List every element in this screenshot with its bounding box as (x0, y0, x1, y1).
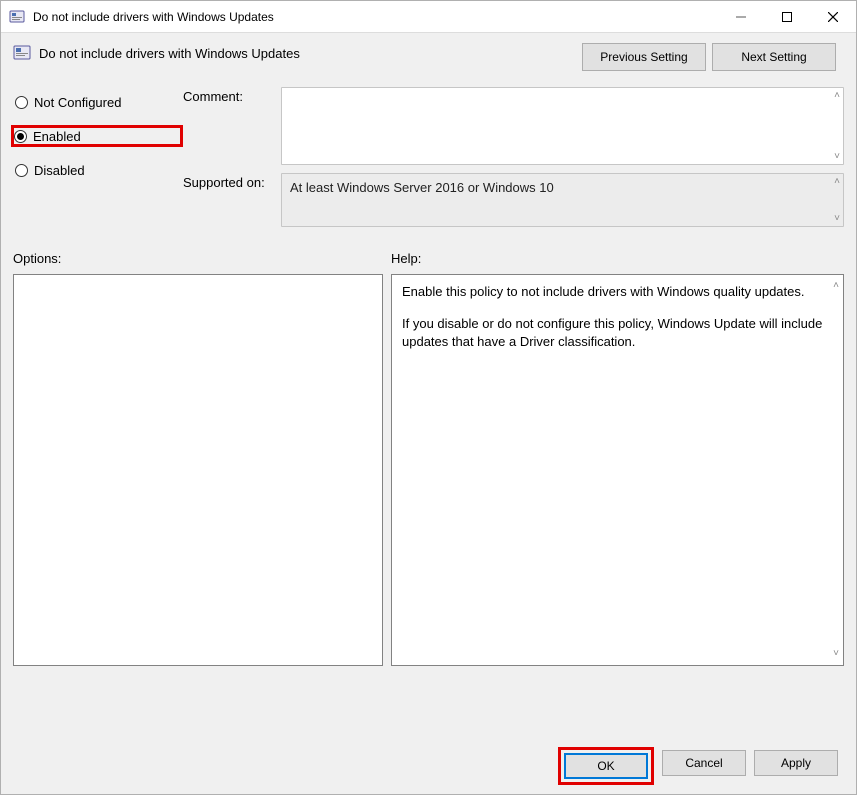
comment-row: Comment: ˄ ˅ (183, 87, 844, 165)
settings-row: Not Configured Enabled Disabled Comment:… (13, 87, 844, 235)
radio-circle-icon (15, 96, 28, 109)
help-text-paragraph: If you disable or do not configure this … (402, 315, 823, 351)
cancel-button[interactable]: Cancel (662, 750, 746, 776)
scroll-up-icon: ˄ (834, 176, 840, 187)
header-row: Do not include drivers with Windows Upda… (13, 43, 844, 71)
help-panel: ˄ Enable this policy to not include driv… (391, 274, 844, 666)
options-panel (13, 274, 383, 666)
ok-highlight: OK (558, 747, 654, 785)
radio-circle-icon (14, 130, 27, 143)
help-label: Help: (391, 251, 421, 266)
policy-icon (13, 44, 31, 62)
radio-label: Enabled (33, 129, 81, 144)
titlebar: Do not include drivers with Windows Upda… (1, 1, 856, 33)
maximize-button[interactable] (764, 1, 810, 33)
state-radio-group: Not Configured Enabled Disabled (13, 87, 183, 193)
minimize-button[interactable] (718, 1, 764, 33)
supported-row: Supported on: At least Windows Server 20… (183, 173, 844, 227)
scroll-up-icon: ˄ (833, 279, 839, 293)
panels-header: Options: Help: (13, 251, 844, 266)
radio-disabled[interactable]: Disabled (15, 159, 183, 181)
radio-circle-icon (15, 164, 28, 177)
supported-on-box: At least Windows Server 2016 or Windows … (281, 173, 844, 227)
comment-label: Comment: (183, 87, 273, 104)
previous-setting-button[interactable]: Previous Setting (582, 43, 706, 71)
close-button[interactable] (810, 1, 856, 33)
comment-textarea[interactable]: ˄ ˅ (281, 87, 844, 165)
window-body: Do not include drivers with Windows Upda… (1, 33, 856, 794)
policy-title-icon (9, 9, 25, 25)
policy-editor-window: Do not include drivers with Windows Upda… (0, 0, 857, 795)
nav-buttons: Previous Setting Next Setting (582, 43, 836, 71)
scroll-down-icon: ˅ (833, 647, 839, 661)
ok-button[interactable]: OK (564, 753, 648, 779)
radio-label: Not Configured (34, 95, 121, 110)
footer-buttons: OK Cancel Apply (13, 736, 844, 782)
help-text-paragraph: Enable this policy to not include driver… (402, 283, 823, 301)
window-controls (718, 1, 856, 33)
apply-button[interactable]: Apply (754, 750, 838, 776)
policy-title: Do not include drivers with Windows Upda… (39, 44, 300, 61)
radio-label: Disabled (34, 163, 85, 178)
scroll-down-icon: ˅ (834, 213, 840, 224)
window-title: Do not include drivers with Windows Upda… (33, 10, 718, 24)
policy-title-wrap: Do not include drivers with Windows Upda… (13, 43, 582, 62)
scroll-up-icon: ˄ (834, 90, 840, 101)
supported-label: Supported on: (183, 173, 273, 190)
panels: ˄ Enable this policy to not include driv… (13, 274, 844, 736)
options-label: Options: (13, 251, 391, 266)
scroll-down-icon: ˅ (834, 151, 840, 162)
radio-enabled[interactable]: Enabled (11, 125, 183, 147)
radio-not-configured[interactable]: Not Configured (15, 91, 183, 113)
next-setting-button[interactable]: Next Setting (712, 43, 836, 71)
fields-column: Comment: ˄ ˅ Supported on: At least Wind… (183, 87, 844, 235)
supported-on-text: At least Windows Server 2016 or Windows … (290, 180, 554, 195)
